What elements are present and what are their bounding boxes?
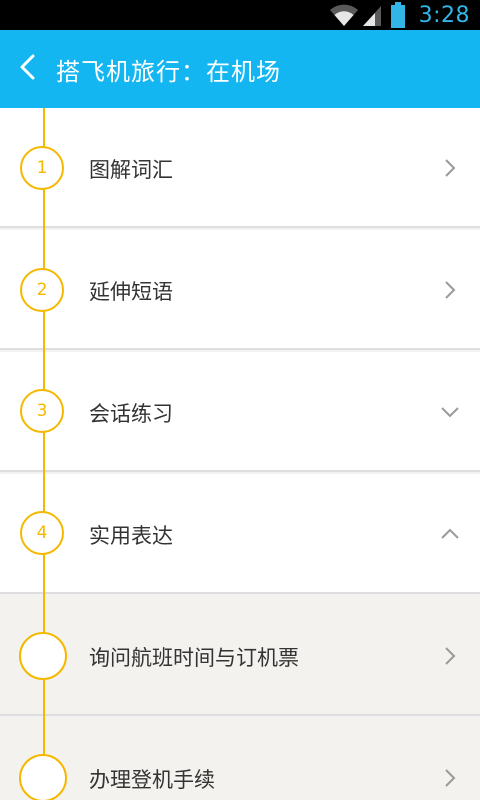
- lesson-list: 图解词汇 延伸短语 会话练习 实用表达 询问航班时间与订机票 办理登机手续 1 …: [0, 108, 480, 800]
- chevron-right-icon: [442, 646, 458, 666]
- section-item-phrases[interactable]: 延伸短语: [0, 230, 480, 350]
- step-number-badge: 3: [20, 389, 64, 433]
- chevron-down-icon: [440, 404, 460, 420]
- page-title: 搭飞机旅行：在机场: [56, 57, 281, 86]
- section-item-dialogue[interactable]: 会话练习: [0, 352, 480, 472]
- section-item-expressions[interactable]: 实用表达: [0, 474, 480, 594]
- chevron-right-icon: [442, 768, 458, 788]
- section-label: 延伸短语: [89, 280, 173, 304]
- app-bar: 搭飞机旅行：在机场: [0, 30, 480, 108]
- section-label: 会话练习: [89, 402, 173, 426]
- clock: 3:28: [418, 2, 470, 28]
- section-item-vocabulary[interactable]: 图解词汇: [0, 108, 480, 228]
- step-number-badge: 4: [20, 511, 64, 555]
- wifi-icon: [329, 3, 359, 27]
- chevron-right-icon: [442, 158, 458, 178]
- sub-item-check-in[interactable]: 办理登机手续: [0, 718, 480, 800]
- battery-icon: [390, 2, 405, 28]
- status-bar: 3:28: [0, 0, 480, 30]
- sub-item-circle: [19, 632, 67, 680]
- section-label: 图解词汇: [89, 158, 173, 182]
- section-label: 实用表达: [89, 524, 173, 548]
- back-button[interactable]: [0, 30, 56, 108]
- step-number-badge: 1: [20, 146, 64, 190]
- sub-item-label: 办理登机手续: [89, 768, 215, 792]
- timeline-line: [43, 108, 45, 800]
- step-number-badge: 2: [20, 268, 64, 312]
- sub-item-circle: [19, 754, 67, 800]
- signal-icon: [361, 3, 383, 27]
- chevron-left-icon: [18, 53, 38, 85]
- chevron-up-icon: [440, 526, 460, 542]
- sub-item-flight-booking[interactable]: 询问航班时间与订机票: [0, 596, 480, 716]
- chevron-right-icon: [442, 280, 458, 300]
- status-icons: 3:28: [329, 0, 480, 30]
- sub-item-label: 询问航班时间与订机票: [89, 646, 299, 670]
